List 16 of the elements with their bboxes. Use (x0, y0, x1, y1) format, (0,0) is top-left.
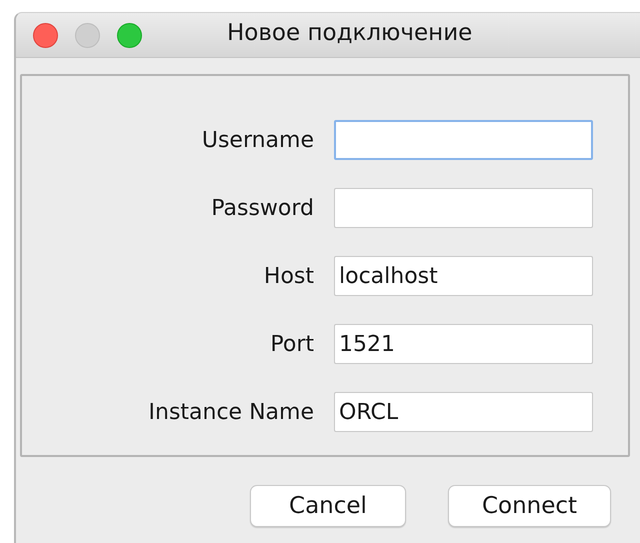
field-label: Password (210, 196, 315, 220)
input-field[interactable]: ORCL (334, 392, 593, 432)
input-field[interactable] (334, 188, 593, 228)
input-field[interactable] (334, 120, 593, 160)
input-field[interactable]: 1521 (334, 324, 593, 364)
close-icon[interactable] (33, 22, 58, 48)
field-label: Host (262, 264, 315, 288)
zoom-icon[interactable] (117, 22, 142, 48)
cancel-button[interactable]: Cancel (250, 485, 406, 527)
connect-button[interactable]: Connect (448, 485, 611, 527)
window-title: Новое подключение (227, 20, 472, 46)
field-label: Instance Name (148, 400, 315, 424)
minimize-icon[interactable] (75, 22, 100, 48)
field-label: Username (200, 128, 315, 152)
field-label: Port (269, 332, 315, 356)
input-field[interactable]: localhost (334, 256, 593, 296)
